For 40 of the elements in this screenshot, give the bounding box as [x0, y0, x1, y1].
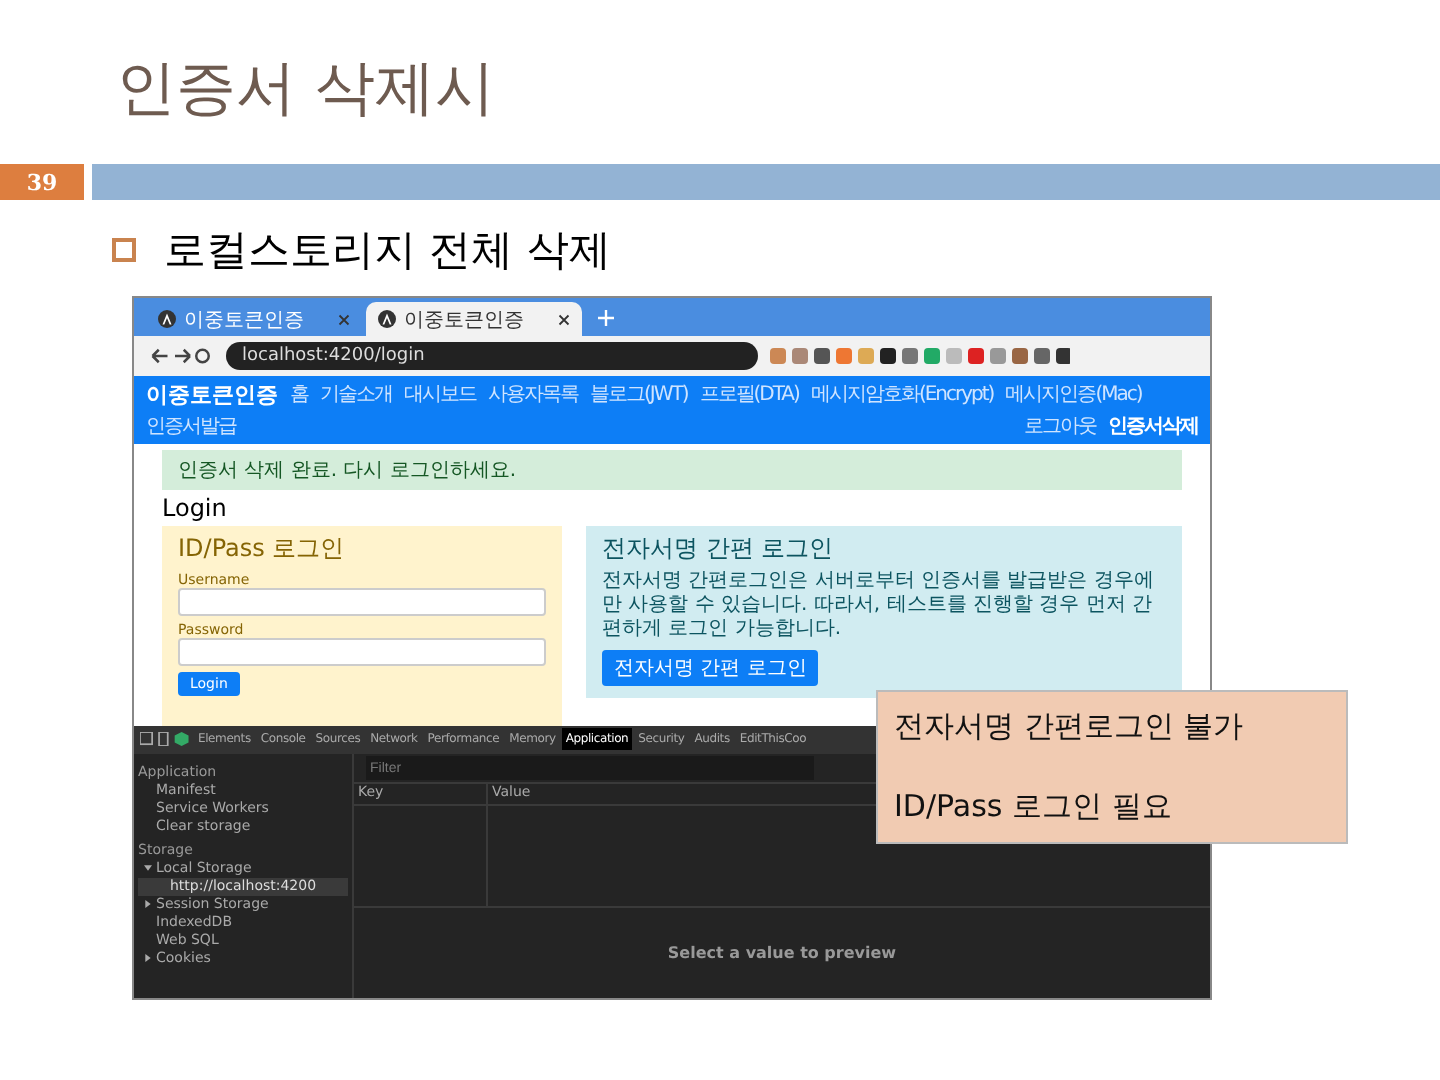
card-title: ID/Pass 로그인 [178, 531, 347, 566]
bullet-icon [112, 238, 136, 262]
devtools-icons[interactable] [140, 732, 192, 747]
expand-icon[interactable] [144, 899, 152, 908]
expand-icon[interactable] [144, 953, 152, 962]
username-field[interactable] [178, 587, 546, 616]
nav-link[interactable]: 기술소개 [320, 380, 392, 409]
nav-link[interactable]: 홈 [290, 380, 308, 409]
slide-title: 인증서 삭제시 [114, 52, 498, 116]
nav-link[interactable]: 블로그(JWT) [590, 380, 688, 409]
nav-link[interactable]: 사용자목록 [488, 380, 578, 409]
callout-text: 전자서명 간편로그인 불가 [894, 708, 1246, 746]
logo-icon [378, 310, 396, 329]
close-icon[interactable] [558, 313, 570, 326]
page-number: 39 [0, 164, 84, 200]
nav-link[interactable]: 대시보드 [404, 380, 476, 409]
collapse-icon[interactable] [144, 863, 152, 872]
browser-tab[interactable]: 이중토큰인증 [146, 302, 362, 337]
extension-icons[interactable] [770, 348, 1070, 365]
callout-text: ID/Pass 로그인 필요 [894, 788, 1174, 826]
nav-link[interactable]: 인증서삭제 [1108, 411, 1198, 440]
password-field[interactable] [178, 637, 546, 666]
nav-link[interactable]: 메시지인증(Mac) [1005, 380, 1142, 409]
new-tab-icon[interactable] [598, 310, 614, 327]
brand-link[interactable]: 이중토큰인증 [146, 379, 278, 410]
nav-link[interactable]: 인증서발급 [146, 411, 236, 440]
logo-icon [158, 310, 176, 329]
preview-message: Select a value to preview [667, 943, 897, 962]
bullet-text: 로컬스토리지 전체 삭제 [164, 224, 611, 278]
navigation-icons[interactable] [146, 346, 214, 367]
success-alert: 인증서 삭제 완료. 다시 로그인하세요. [162, 449, 1182, 490]
nav-link[interactable]: 프로필(DTA) [699, 380, 799, 409]
address-bar[interactable]: localhost:4200/login [226, 342, 758, 371]
card-title: 전자서명 간편 로그인 [602, 531, 836, 566]
nav-link[interactable]: 메시지암호화(Encrypt) [810, 380, 994, 409]
card-description: 전자서명 간편로그인은 서버로부터 인증서를 발급받은 경우에만 사용할 수 있습니다. 따라서, 테스트를 진행할 경우 먼저 간편하게 로그인 가능합니다. [602, 569, 1156, 642]
nav-link[interactable]: 로그아웃 [1024, 411, 1096, 440]
signature-login-button[interactable]: 전자서명 간편 로그인 [602, 649, 819, 686]
browser-tab[interactable]: 이중토큰인증 [366, 302, 582, 337]
page-heading: Login [162, 493, 229, 522]
